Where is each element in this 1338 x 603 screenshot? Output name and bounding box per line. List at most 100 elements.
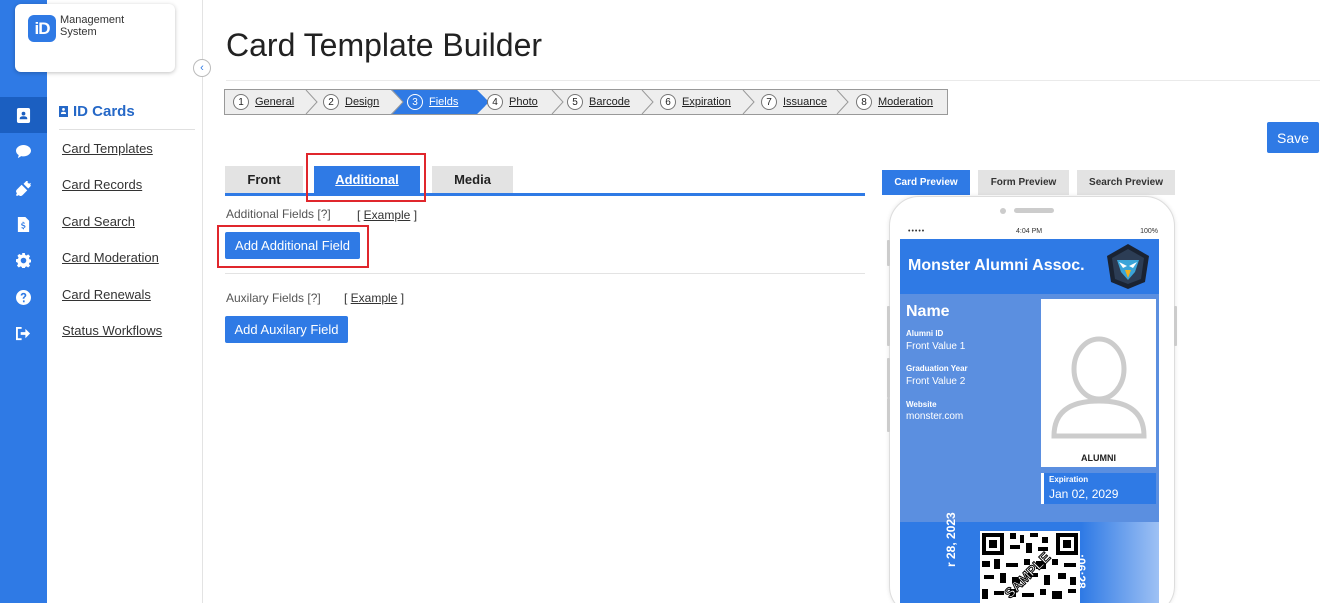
auxilary-example-link[interactable]: [ Example ]: [344, 291, 404, 305]
collapse-sidebar-button[interactable]: ‹: [193, 59, 211, 77]
step-number: 2: [323, 94, 339, 110]
tab-media[interactable]: Media: [432, 166, 513, 193]
step-issuance[interactable]: 7 Issuance: [761, 90, 841, 114]
save-button[interactable]: Save: [1267, 122, 1319, 153]
phone-camera: [1000, 208, 1006, 214]
subnav-title[interactable]: ID Cards: [59, 103, 135, 120]
hawk-mascot-icon: [1107, 244, 1149, 289]
step-separator-icon: [305, 89, 319, 115]
card-issue-date: r 28, 2023: [944, 512, 958, 567]
id-card-icon[interactable]: [0, 97, 54, 133]
link-card-renewals[interactable]: Card Renewals: [62, 287, 151, 302]
phone-side-button: [1174, 306, 1177, 346]
step-label: Issuance: [783, 96, 828, 108]
step-separator-icon: [391, 89, 405, 115]
sub-navigation: ID Cards Card Templates Card Records Car…: [47, 0, 203, 603]
step-barcode[interactable]: 5 Barcode: [567, 90, 641, 114]
link-status-workflows[interactable]: Status Workflows: [62, 323, 162, 338]
step-separator-icon: [742, 89, 756, 115]
logo-mark: iD: [28, 15, 56, 42]
plug-icon[interactable]: [0, 170, 47, 206]
step-expiration[interactable]: 6 Expiration: [660, 90, 750, 114]
auxilary-fields-label: Auxilary Fields [?]: [226, 291, 321, 305]
icon-rail: [0, 0, 54, 603]
subnav-divider: [59, 129, 195, 130]
expiration-key: Expiration: [1049, 475, 1089, 484]
bracket-close: ]: [410, 208, 418, 222]
gear-icon[interactable]: [0, 242, 47, 278]
link-card-search[interactable]: Card Search: [62, 214, 135, 229]
bracket-open: [: [344, 291, 351, 305]
tab-search-preview[interactable]: Search Preview: [1077, 170, 1175, 195]
status-time: 4:04 PM: [1016, 228, 1043, 235]
logo-text: Management System: [60, 14, 125, 38]
wizard-stepper: 1 General 2 Design 3 Fields 4 Photo 5 Ba…: [224, 89, 948, 115]
phone-speaker: [1014, 208, 1054, 213]
step-separator-icon: [641, 89, 655, 115]
card-expiration: Expiration Jan 02, 2029: [1041, 473, 1156, 504]
step-separator-icon: [551, 89, 565, 115]
step-label: Fields: [429, 96, 459, 108]
step-label: General: [255, 96, 295, 108]
step-general[interactable]: 1 General: [233, 90, 313, 114]
step-design[interactable]: 2 Design: [323, 90, 391, 114]
step-number: 4: [487, 94, 503, 110]
link-card-moderation[interactable]: Card Moderation: [62, 250, 159, 265]
step-number: 5: [567, 94, 583, 110]
help-icon[interactable]: [0, 279, 47, 315]
expiration-value: Jan 02, 2029: [1049, 487, 1119, 501]
battery-level: 100%: [1140, 228, 1158, 235]
highlight-box: [217, 225, 369, 268]
step-moderation[interactable]: 8 Moderation: [856, 90, 948, 114]
phone-side-button: [887, 240, 890, 266]
photo-label: ALUMNI: [1081, 453, 1116, 463]
card-field-key: Graduation Year: [906, 364, 968, 373]
step-number: 3: [407, 94, 423, 110]
step-label: Barcode: [589, 96, 630, 108]
sign-out-icon[interactable]: [0, 315, 47, 351]
link-card-templates[interactable]: Card Templates: [62, 141, 153, 156]
step-label: Photo: [509, 96, 538, 108]
tab-front[interactable]: Front: [225, 166, 303, 193]
step-number: 1: [233, 94, 249, 110]
highlight-box: [306, 153, 426, 202]
card-photo: ALUMNI: [1041, 299, 1156, 467]
card-field-value: Front Value 1: [906, 341, 966, 352]
tab-form-preview[interactable]: Form Preview: [978, 170, 1069, 195]
additional-fields-label: Additional Fields [?]: [226, 207, 331, 221]
add-auxilary-field-button[interactable]: Add Auxilary Field: [225, 316, 348, 343]
link-card-records[interactable]: Card Records: [62, 177, 142, 192]
chat-icon[interactable]: [0, 133, 47, 169]
card-header: Monster Alumni Assoc.: [900, 239, 1159, 294]
step-photo[interactable]: 4 Photo: [487, 90, 561, 114]
section-divider: [225, 273, 865, 274]
page-title: Card Template Builder: [226, 27, 543, 63]
step-separator-icon: [836, 89, 850, 115]
id-badge-icon: [59, 106, 68, 117]
bracket-open: [: [357, 208, 364, 222]
tab-card-preview[interactable]: Card Preview: [882, 170, 970, 195]
additional-example-link[interactable]: [ Example ]: [357, 208, 417, 222]
invoice-icon[interactable]: [0, 206, 47, 242]
step-fields[interactable]: 3 Fields: [391, 90, 485, 114]
card-field-value: Front Value 2: [906, 376, 966, 387]
step-label: Expiration: [682, 96, 731, 108]
card-field-key: Alumni ID: [906, 329, 944, 338]
title-divider: [226, 80, 1320, 81]
app-logo[interactable]: iD Management System: [15, 4, 175, 72]
signal-icon: •••••: [908, 228, 926, 235]
card-field-key: Website: [906, 400, 937, 409]
phone-status-bar: ••••• 4:04 PM 100%: [898, 227, 1164, 238]
phone-side-button: [887, 398, 890, 432]
chevron-left-icon: ‹: [200, 62, 204, 74]
card-name-field: Name: [906, 303, 950, 320]
step-label: Design: [345, 96, 380, 108]
phone-side-button: [887, 306, 890, 346]
step-number: 6: [660, 94, 676, 110]
card-org-name: Monster Alumni Assoc.: [908, 257, 1085, 274]
step-number: 8: [856, 94, 872, 110]
example-text: Example: [350, 291, 398, 305]
phone-side-button: [887, 358, 890, 398]
user-silhouette-icon: [1051, 336, 1147, 439]
step-label: Moderation: [878, 96, 934, 108]
